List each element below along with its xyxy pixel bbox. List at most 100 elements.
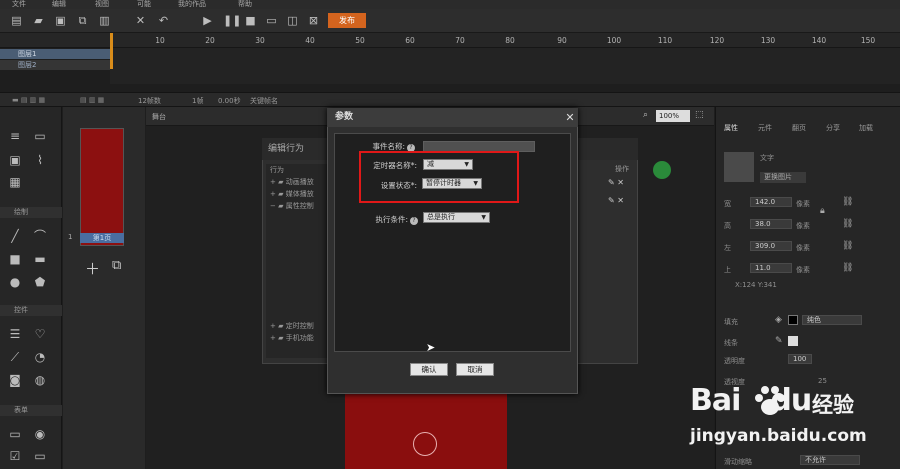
- tree-item[interactable]: + ▰ 媒体播放: [270, 188, 314, 200]
- tab-flip[interactable]: 翻页: [792, 123, 806, 134]
- ruler-tick: 30: [255, 36, 265, 45]
- close-icon[interactable]: ✕: [563, 109, 577, 126]
- menu-help[interactable]: 帮助: [238, 0, 252, 8]
- wand-icon[interactable]: ⟋: [8, 350, 22, 364]
- left-field[interactable]: 309.0: [750, 241, 792, 251]
- width-field[interactable]: 142.0: [750, 197, 792, 207]
- input-icon[interactable]: ▭: [8, 427, 22, 441]
- undo-icon[interactable]: ↶: [157, 14, 170, 27]
- publish-button[interactable]: 发布: [328, 13, 366, 28]
- tab-components[interactable]: 元件: [758, 123, 772, 134]
- tree-item[interactable]: + ▰ 手机功能: [270, 332, 314, 344]
- pen-icon[interactable]: ✎: [775, 336, 783, 346]
- tree-header: 行为: [270, 166, 284, 174]
- stage-page[interactable]: [345, 392, 507, 469]
- link-icon[interactable]: ⛓︎: [842, 241, 853, 251]
- height-field[interactable]: 38.0: [750, 219, 792, 229]
- tree-item[interactable]: − ▰ 属性控制: [270, 200, 314, 212]
- camera-icon[interactable]: ◙: [8, 373, 22, 387]
- tools-panel: ≡ ▭ ▣ ⌇ ▦ 绘制 ╱ ⌒ ■ ▬ ● ⬟ 控件 ☰ ♡ ⟋ ◔ ◙ ◍ …: [0, 107, 62, 469]
- width-label: 宽: [724, 200, 731, 208]
- edit-icon[interactable]: ✎ ✕: [608, 196, 624, 205]
- link-icon[interactable]: ⛓︎: [842, 197, 853, 207]
- paste-icon[interactable]: ▥: [98, 14, 111, 27]
- fill-type-select[interactable]: 纯色: [802, 315, 862, 325]
- pause-icon[interactable]: ❚❚: [223, 14, 241, 27]
- replace-image-button[interactable]: 更换图片: [760, 172, 806, 183]
- fill-color-swatch[interactable]: [788, 315, 798, 325]
- confirm-button[interactable]: 确认: [410, 363, 448, 376]
- rect-icon[interactable]: ■: [8, 252, 22, 266]
- ruler-tick: 70: [455, 36, 465, 45]
- tree-item[interactable]: + ▰ 动画播放: [270, 176, 314, 188]
- opacity-field[interactable]: 100: [788, 354, 812, 364]
- tab-load[interactable]: 加载: [859, 123, 873, 134]
- heart-icon[interactable]: ♡: [33, 327, 47, 341]
- lock-icon[interactable]: 🔒︎: [820, 206, 825, 216]
- green-circle-icon[interactable]: [653, 161, 671, 179]
- chart-icon[interactable]: ⌇: [33, 153, 47, 167]
- select-icon[interactable]: ▭: [33, 449, 47, 463]
- timeline-frames[interactable]: [110, 48, 900, 84]
- pentagon-icon[interactable]: ⬟: [33, 275, 47, 289]
- menu-maybe[interactable]: 可能: [137, 0, 151, 8]
- scroll-select[interactable]: 不允许: [800, 455, 860, 465]
- tab-properties[interactable]: 属性: [724, 123, 738, 134]
- curve-icon[interactable]: ⌒: [33, 229, 47, 243]
- top-field[interactable]: 11.0: [750, 263, 792, 273]
- scroll-label: 滑动缩略: [724, 458, 752, 466]
- frame-tools-icon[interactable]: ▤ ▥ ▦: [80, 96, 104, 104]
- edit-icon[interactable]: ✎ ✕: [608, 178, 624, 187]
- timer-icon[interactable]: ◔: [33, 350, 47, 364]
- condition-select[interactable]: 总是执行 ▼: [423, 212, 490, 223]
- fit-icon[interactable]: ⬚: [695, 110, 704, 120]
- layer-row-1[interactable]: 图层1: [0, 49, 110, 59]
- layer-row-2[interactable]: 图层2: [0, 60, 110, 70]
- copy-icon[interactable]: ⧉: [76, 14, 89, 27]
- duplicate-page-icon[interactable]: ⧉: [112, 258, 121, 273]
- timeline-ruler[interactable]: 10 20 30 40 50 60 70 80 90 100 110 120 1…: [112, 33, 900, 48]
- comment-icon[interactable]: ▭: [33, 129, 47, 143]
- menu-file[interactable]: 文件: [12, 0, 26, 8]
- mouse-cursor-icon: ➤: [426, 341, 436, 354]
- menu-edit[interactable]: 编辑: [52, 0, 66, 8]
- paint-bucket-icon[interactable]: ◈: [775, 315, 782, 325]
- preview-icon[interactable]: ▭: [265, 14, 278, 27]
- screen-icon[interactable]: ◫: [286, 14, 299, 27]
- page-thumbnail[interactable]: [80, 128, 124, 246]
- tree-item[interactable]: + ▰ 定时控制: [270, 320, 314, 332]
- fill-label: 填充: [724, 318, 738, 326]
- list-icon[interactable]: ☰: [8, 327, 22, 341]
- stroke-color-swatch[interactable]: [788, 336, 798, 346]
- export-icon[interactable]: ⊠: [307, 14, 320, 27]
- zoom-select[interactable]: 100%: [656, 110, 690, 122]
- add-layer-icon[interactable]: ▬ ▤ ▥ ▦: [12, 96, 45, 104]
- ruler-tick: 60: [405, 36, 415, 45]
- ruler-tick: 50: [355, 36, 365, 45]
- rounded-rect-icon[interactable]: ▬: [33, 252, 47, 266]
- zoom-search-icon[interactable]: ⌕: [643, 110, 648, 120]
- playhead[interactable]: [110, 33, 113, 69]
- add-page-icon[interactable]: ＋: [85, 258, 100, 279]
- circle-icon[interactable]: ●: [8, 275, 22, 289]
- close-icon[interactable]: ✕: [134, 14, 147, 27]
- save-icon[interactable]: ▣: [54, 14, 67, 27]
- help-icon[interactable]: ?: [410, 217, 418, 225]
- open-folder-icon[interactable]: ▰: [32, 14, 45, 27]
- play-icon[interactable]: ▶: [201, 14, 214, 27]
- link-icon[interactable]: ⛓︎: [842, 219, 853, 229]
- line-icon[interactable]: ╱: [8, 229, 22, 243]
- menu-view[interactable]: 视图: [95, 0, 109, 8]
- menu-my-works[interactable]: 我的作品: [178, 0, 206, 8]
- link-icon[interactable]: ⛓︎: [842, 263, 853, 273]
- align-icon[interactable]: ≡: [8, 129, 22, 143]
- new-file-icon[interactable]: ▤: [10, 14, 23, 27]
- cancel-button[interactable]: 取消: [456, 363, 494, 376]
- globe-icon[interactable]: ◍: [33, 373, 47, 387]
- stop-icon[interactable]: ■: [244, 14, 257, 27]
- checkbox-icon[interactable]: ☑: [8, 449, 22, 463]
- tab-share[interactable]: 分享: [826, 123, 840, 134]
- image-icon[interactable]: ▣: [8, 153, 22, 167]
- grid-icon[interactable]: ▦: [8, 175, 22, 189]
- radio-icon[interactable]: ◉: [33, 427, 47, 441]
